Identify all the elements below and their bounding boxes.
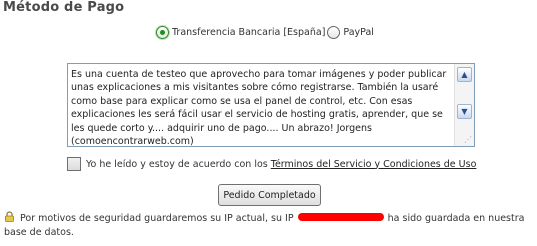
radio-label-paypal[interactable]: PayPal xyxy=(343,27,374,38)
security-notice-text-before: Por motivos de seguridad guardaremos su … xyxy=(20,213,294,224)
radio-transferencia-bancaria[interactable] xyxy=(156,25,169,39)
textarea-scrollbar[interactable]: ▲ ▼ xyxy=(454,64,474,146)
terms-agreement-row: Yo he leído y estoy de acuerdo con los T… xyxy=(67,155,476,173)
scroll-down-arrow-icon[interactable]: ▼ xyxy=(457,104,472,119)
terms-of-service-link[interactable]: Términos del Servicio y Condiciones de U… xyxy=(271,159,477,170)
radio-selected-dot xyxy=(160,29,165,35)
resize-grip-icon[interactable]: ⋰ xyxy=(464,135,472,144)
redacted-ip-address xyxy=(297,213,384,221)
section-title: Método de Pago xyxy=(3,0,125,15)
terms-agreement-checkbox[interactable] xyxy=(67,157,81,171)
radio-paypal[interactable] xyxy=(327,25,341,39)
scroll-up-arrow-icon[interactable]: ▲ xyxy=(457,67,472,82)
terms-agreement-label: Yo he leído y estoy de acuerdo con los xyxy=(86,158,268,170)
lock-icon xyxy=(5,211,14,222)
security-notice: Por motivos de seguridad guardaremos su … xyxy=(4,211,534,240)
terms-textarea-content[interactable]: Es una cuenta de testeo que aprovecho pa… xyxy=(71,68,454,146)
terms-textarea[interactable]: Es una cuenta de testeo que aprovecho pa… xyxy=(67,63,475,147)
payment-method-options: Transferencia Bancaria [España] PayPal xyxy=(156,23,376,41)
radio-label-transferencia[interactable]: Transferencia Bancaria [España] xyxy=(172,27,325,38)
complete-order-button[interactable]: Pedido Completado xyxy=(218,184,321,206)
